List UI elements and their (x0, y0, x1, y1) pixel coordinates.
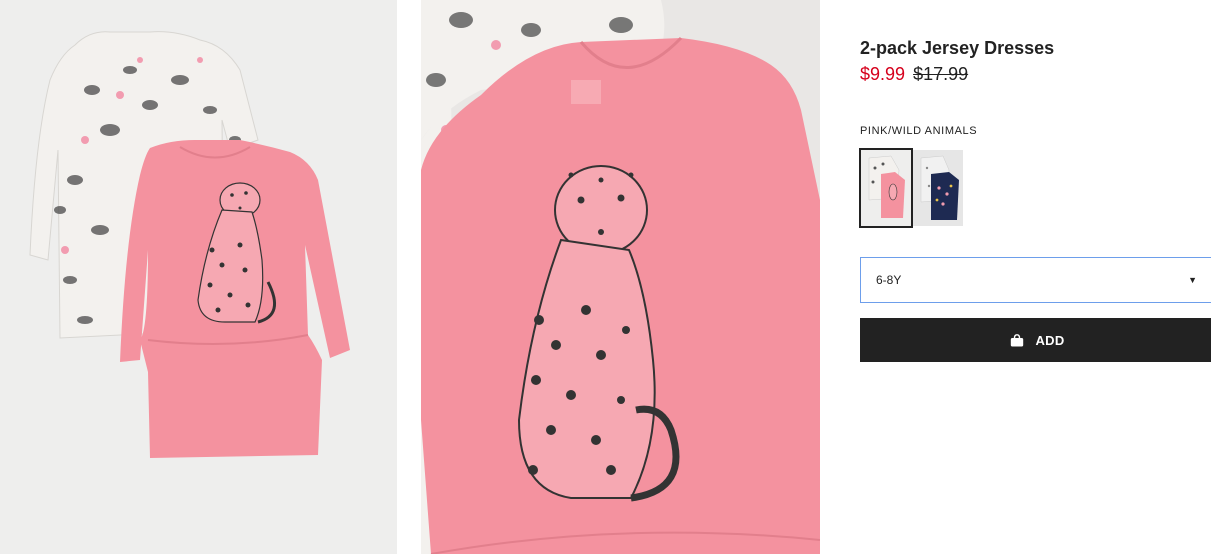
product-image-main[interactable] (0, 0, 397, 554)
swatch-grey-navy[interactable] (913, 150, 963, 226)
shopping-bag-icon (1010, 333, 1024, 347)
price-row: $9.99 $17.99 (860, 64, 968, 85)
swatch-thumbnail (913, 150, 963, 226)
original-price: $17.99 (913, 64, 969, 84)
swatch-pink-wild-animals[interactable] (859, 148, 913, 228)
dress-detail-photo (421, 0, 820, 554)
product-page: 2-pack Jersey Dresses $9.99 $17.99 PINK/… (0, 0, 1211, 554)
dresses-photo (0, 0, 397, 554)
chevron-down-icon: ▼ (1188, 275, 1197, 285)
sale-price: $9.99 (860, 64, 906, 84)
size-select-value: 6-8Y (876, 273, 902, 287)
product-info-panel: 2-pack Jersey Dresses $9.99 $17.99 PINK/… (859, 0, 1211, 554)
brand-label (571, 80, 601, 104)
product-image-detail[interactable] (421, 0, 820, 554)
color-name: PINK/WILD ANIMALS (860, 125, 978, 137)
product-title: 2-pack Jersey Dresses (860, 38, 1055, 58)
add-button-label: ADD (1035, 332, 1065, 348)
add-to-bag-button[interactable]: ADD (860, 318, 1211, 362)
swatch-thumbnail (861, 150, 911, 226)
size-select[interactable]: 6-8Y ▼ (860, 257, 1211, 303)
